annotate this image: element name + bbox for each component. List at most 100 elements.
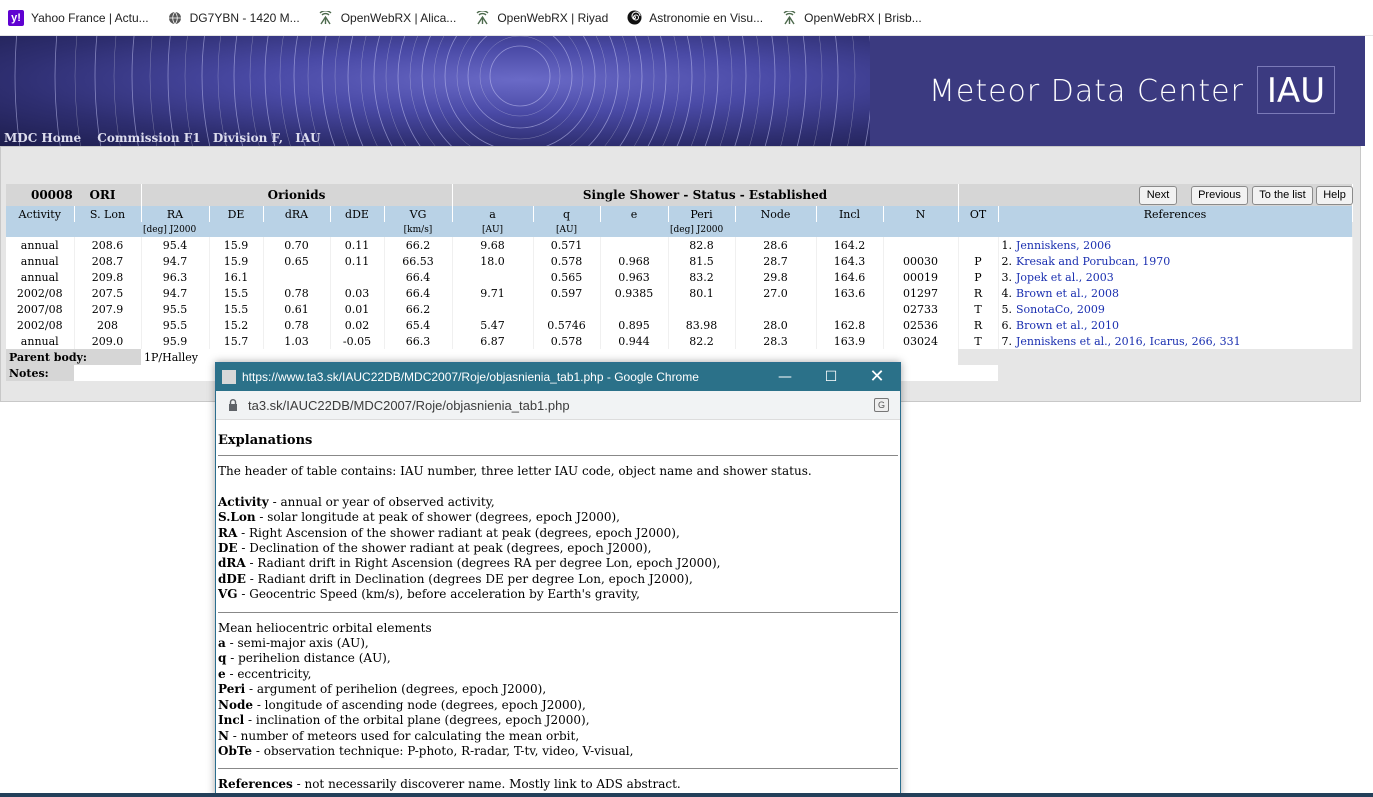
explanation-desc: - Declination of the shower radiant at p…	[237, 541, 652, 556]
cell-de: 15.7	[209, 333, 264, 349]
reference-link[interactable]: SonotaCo, 2009	[1016, 303, 1105, 316]
minimize-icon[interactable]: —	[762, 363, 808, 391]
cell-node: 27.0	[735, 285, 817, 301]
cell-ra: 95.4	[141, 237, 210, 253]
unit-radec: [deg] J2000	[141, 222, 263, 237]
popup-titlebar[interactable]: https://www.ta3.sk/IAUC22DB/MDC2007/Roje…	[216, 363, 900, 391]
unit-cell	[883, 222, 958, 237]
cell-vg: 66.4	[384, 285, 453, 301]
reference-number: 7.	[1001, 334, 1013, 348]
previous-button[interactable]: Previous	[1191, 186, 1248, 205]
to-the-list-button[interactable]: To the list	[1252, 186, 1313, 205]
cell-a: 9.68	[452, 237, 534, 253]
globe-icon	[167, 10, 183, 26]
cell-reference: 6. Brown et al., 2010	[998, 317, 1353, 333]
bookmark-label: Yahoo France | Actu...	[31, 10, 149, 25]
explanations-section-1: The header of table contains: IAU number…	[218, 456, 898, 613]
table-row: 2002/08 207.5 94.7 15.5 0.78 0.03 66.4 9.71 0.59…	[6, 285, 1353, 301]
cell-ot: R	[958, 285, 999, 301]
cell-e: 0.963	[600, 269, 669, 285]
cell-vg: 66.3	[384, 333, 453, 349]
reference-link[interactable]: Jopek et al., 2003	[1016, 271, 1114, 284]
cell-dde: 0.01	[330, 301, 385, 317]
cell-slon: 209.8	[74, 269, 142, 285]
explanation-term: Activity	[218, 494, 269, 509]
column-header: e	[600, 206, 669, 222]
reference-link[interactable]: Brown et al., 2008	[1016, 287, 1119, 300]
site-title: Meteor Data Center	[929, 74, 1244, 109]
popup-address-bar[interactable]: ta3.sk/IAUC22DB/MDC2007/Roje/objasnienia…	[216, 391, 900, 420]
popup-url[interactable]: ta3.sk/IAUC22DB/MDC2007/Roje/objasnienia…	[248, 398, 570, 413]
next-button[interactable]: Next	[1139, 186, 1177, 205]
cell-activity: annual	[6, 269, 75, 285]
cell-n: 02733	[883, 301, 959, 317]
column-header: dRA	[263, 206, 331, 222]
reference-link[interactable]: Brown et al., 2010	[1016, 319, 1119, 332]
cell-e	[600, 301, 669, 317]
column-header: DE	[209, 206, 264, 222]
maximize-icon[interactable]: ☐	[808, 363, 854, 391]
star-trails-graphic	[14, 36, 870, 146]
nav-commission-f1[interactable]: Commission F1	[97, 131, 200, 145]
explanation-item: dRA - Radiant drift in Right Ascension (…	[218, 556, 898, 571]
bookmark-item[interactable]: OpenWebRX | Riyad	[474, 10, 608, 26]
cell-node: 28.7	[735, 253, 817, 269]
reference-link[interactable]: Jenniskens et al., 2016, Icarus, 266, 33…	[1016, 335, 1241, 348]
unit-vg: [km/s]	[384, 222, 452, 237]
explanation-term: a	[218, 636, 226, 651]
shower-code: ORI	[89, 188, 116, 202]
cell-vg: 66.2	[384, 237, 453, 253]
explanations-popup-window[interactable]: https://www.ta3.sk/IAUC22DB/MDC2007/Roje…	[215, 362, 901, 797]
bookmark-item[interactable]: Astronomie en Visu...	[626, 10, 763, 26]
orbital-heading: Mean heliocentric orbital elements	[218, 620, 432, 635]
column-header: a	[452, 206, 534, 222]
reference-link[interactable]: Jenniskens, 2006	[1016, 239, 1111, 252]
cell-node: 28.6	[735, 237, 817, 253]
explanation-term: dDE	[218, 571, 246, 586]
iau-logo[interactable]: IAU	[1257, 66, 1335, 114]
shower-table: 00008 ORI Orionids Single Shower - Statu…	[6, 184, 1353, 381]
explanation-term: Peri	[218, 682, 246, 697]
help-button[interactable]: Help	[1316, 186, 1353, 205]
cell-de: 15.9	[209, 253, 264, 269]
popup-title-text: https://www.ta3.sk/IAUC22DB/MDC2007/Roje…	[242, 370, 699, 384]
explanations-intro: The header of table contains: IAU number…	[218, 464, 812, 479]
bookmarks-bar: y! Yahoo France | Actu... DG7YBN - 1420 M.…	[0, 0, 1373, 36]
cell-slon: 208.6	[74, 237, 142, 253]
cell-node	[735, 301, 817, 317]
cell-reference: 5. SonotaCo, 2009	[998, 301, 1353, 317]
bookmark-item[interactable]: OpenWebRX | Brisb...	[781, 10, 922, 26]
nav-mdc-home[interactable]: MDC Home	[4, 131, 81, 145]
translate-icon[interactable]: G	[874, 398, 889, 412]
cell-activity: annual	[6, 237, 75, 253]
column-header: S. Lon	[74, 206, 142, 222]
refs-desc: - not necessarily discoverer name. Mostl…	[292, 777, 681, 792]
reference-link[interactable]: Kresak and Porubcan, 1970	[1016, 255, 1170, 268]
cell-a: 9.71	[452, 285, 534, 301]
cell-vg: 66.53	[384, 253, 453, 269]
close-icon[interactable]: ✕	[854, 363, 900, 391]
reference-number: 2.	[1001, 254, 1013, 268]
column-header: dDE	[330, 206, 385, 222]
explanation-desc: - perihelion distance (AU),	[226, 651, 391, 666]
cell-ot: T	[958, 301, 999, 317]
column-header: OT	[958, 206, 999, 222]
cell-slon: 207.5	[74, 285, 142, 301]
cell-a: 5.47	[452, 317, 534, 333]
unit-cell	[330, 222, 384, 237]
bookmark-item[interactable]: y! Yahoo France | Actu...	[8, 9, 149, 26]
bookmark-item[interactable]: DG7YBN - 1420 M...	[167, 10, 300, 26]
unit-cell	[263, 222, 330, 237]
cell-vg: 66.4	[384, 269, 453, 285]
explanation-item: ObTe - observation technique: P-photo, R…	[218, 744, 898, 759]
openwebrx-icon	[318, 10, 334, 26]
cell-incl: 164.6	[816, 269, 884, 285]
bookmark-item[interactable]: OpenWebRX | Alica...	[318, 10, 456, 26]
empty-cell	[998, 365, 1352, 381]
explanation-item: RA - Right Ascension of the shower radia…	[218, 526, 898, 541]
explanation-term: S.Lon	[218, 510, 256, 525]
nav-iau[interactable]: IAU	[295, 131, 320, 145]
cell-slon: 208	[74, 317, 142, 333]
nav-division-f[interactable]: Division F,	[213, 131, 283, 145]
